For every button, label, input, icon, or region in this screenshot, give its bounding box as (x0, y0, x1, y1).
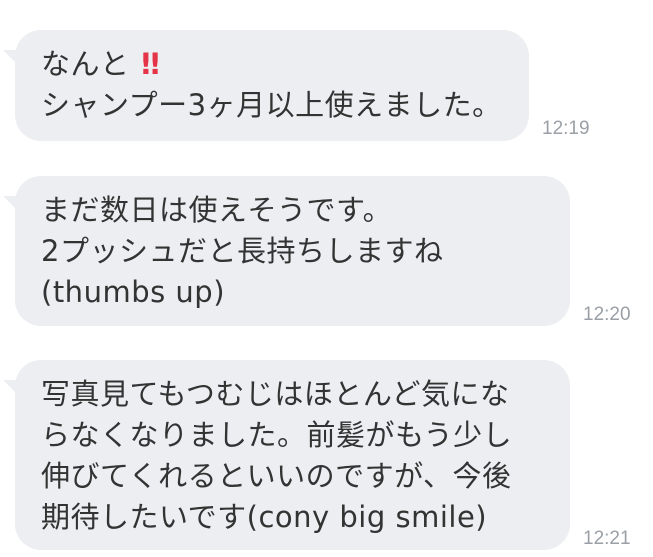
message-bubble[interactable]: 写真見てもつむじはほとんど気にな らなくなりました。前髪がもう少し 伸びてくれる… (15, 360, 570, 550)
message-line: 2プッシュだと長持ちしますね (41, 234, 444, 268)
message-line: 期待したいです(cony big smile) (41, 500, 488, 534)
message-bubble[interactable]: なんと !! シャンプー3ヶ月以上使えました。 (15, 30, 529, 141)
message-line: シャンプー3ヶ月以上使えました。 (41, 88, 502, 122)
message-line: 写真見てもつむじはほとんど気にな (41, 377, 510, 411)
message-line: (thumbs up) (41, 275, 226, 309)
exclamation-emphasis: !! (139, 47, 162, 81)
message-line: 伸びてくれるといいのですが、今後 (41, 459, 512, 493)
message-bubble[interactable]: まだ数日は使えそうです。 2プッシュだと長持ちしますね (thumbs up) (15, 176, 570, 326)
message-timestamp: 12:21 (583, 528, 631, 549)
message-line: まだ数日は使えそうです。 (41, 193, 393, 227)
message-line: なんと !! (41, 47, 162, 81)
message-timestamp: 12:19 (542, 118, 590, 139)
message-timestamp: 12:20 (583, 304, 631, 325)
message-line: らなくなりました。前髪がもう少し (41, 418, 513, 452)
